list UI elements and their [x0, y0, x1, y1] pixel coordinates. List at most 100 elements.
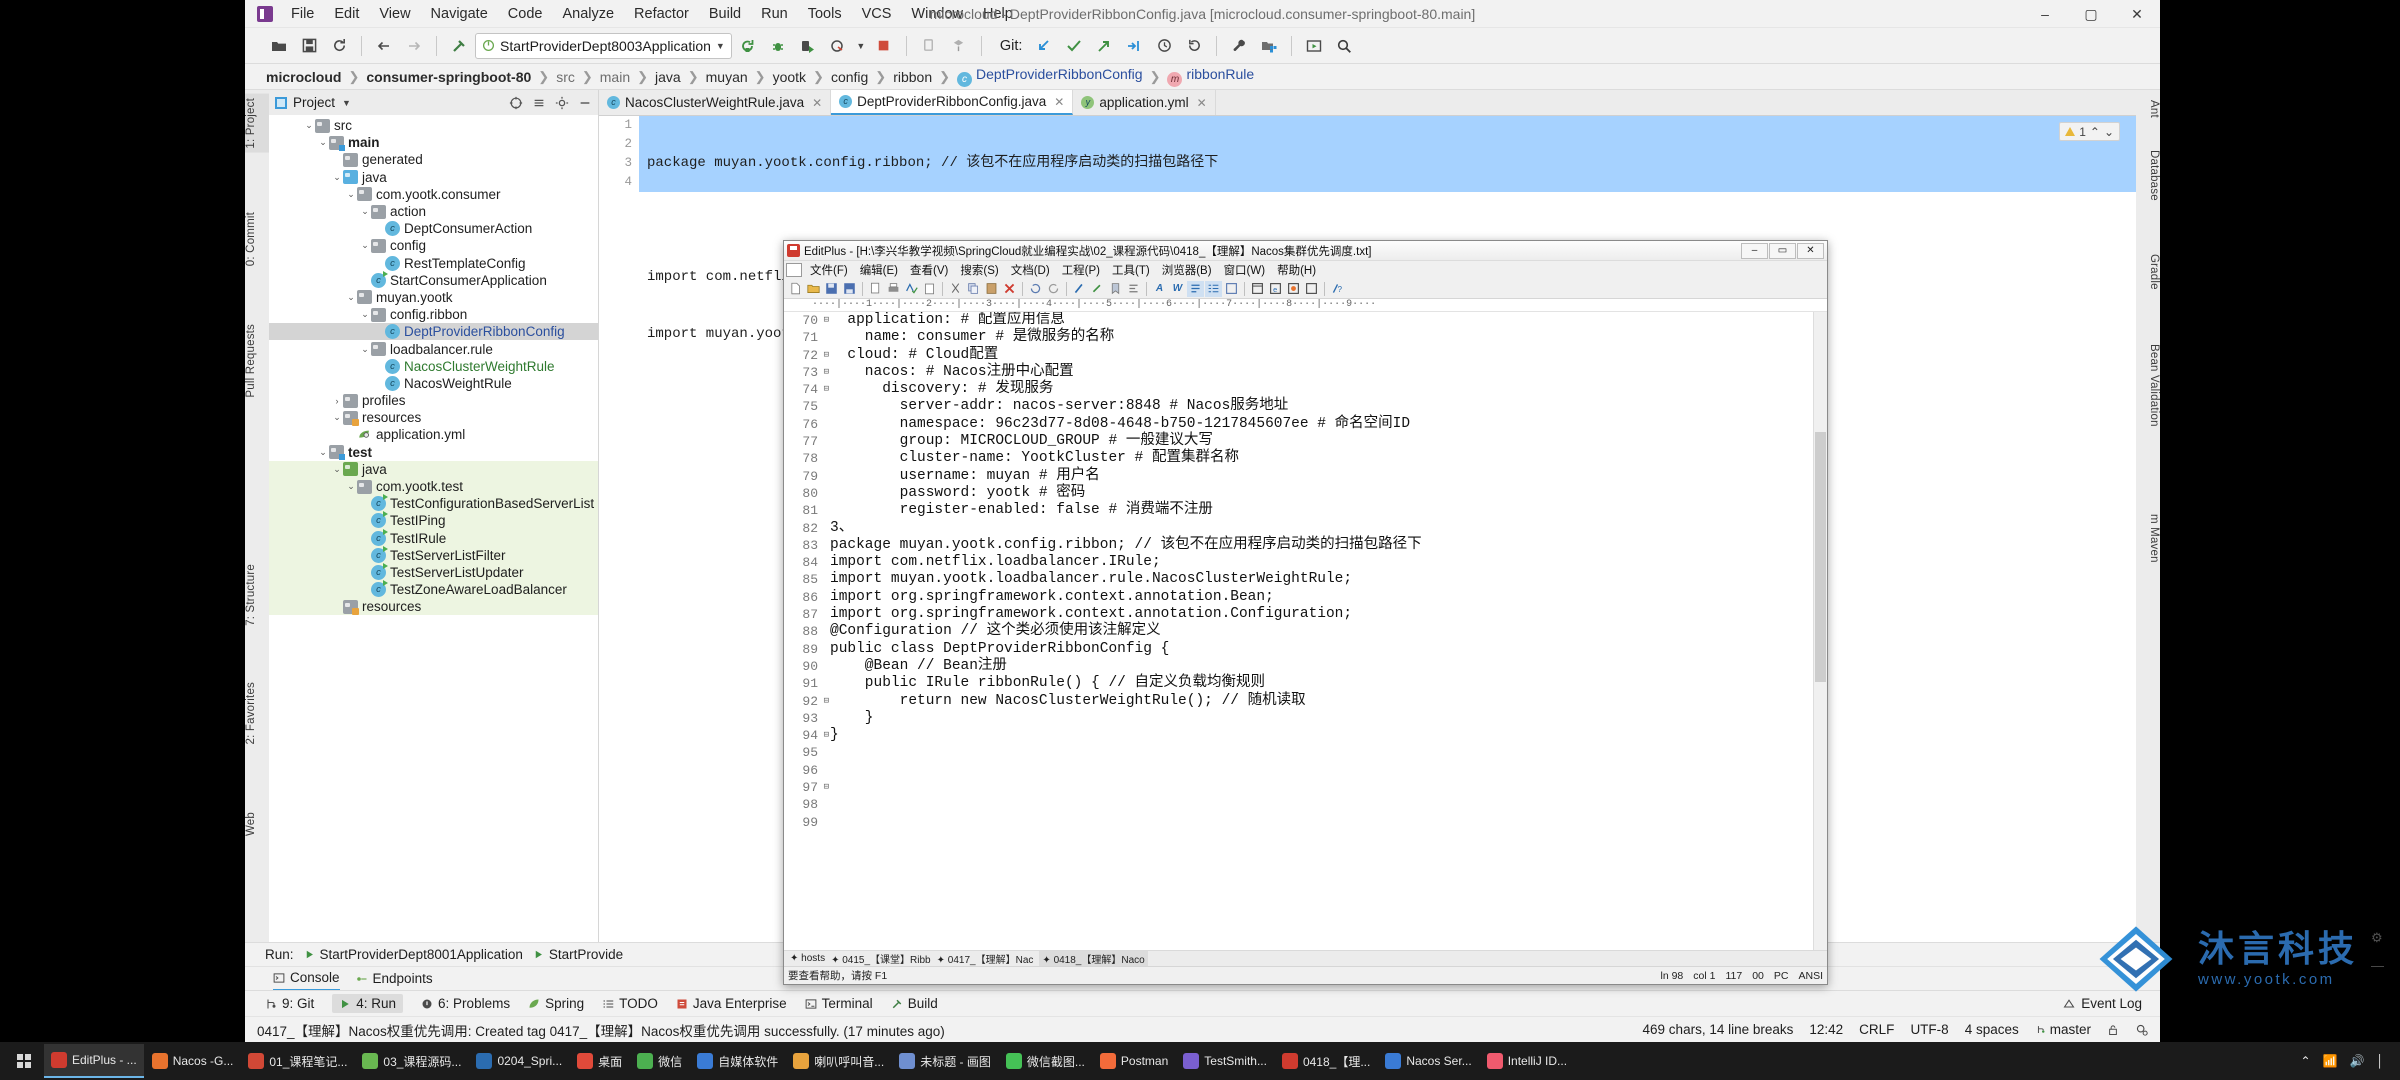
debug-icon[interactable]	[764, 33, 792, 59]
context-help-icon[interactable]: ?	[1329, 281, 1346, 297]
run-icon[interactable]	[734, 33, 762, 59]
run-with-coverage-icon[interactable]	[794, 33, 822, 59]
tree-node[interactable]: generated	[269, 151, 598, 168]
close-icon[interactable]: ✕	[812, 96, 822, 110]
tree-node[interactable]: c TestIPing	[269, 511, 598, 530]
save-icon[interactable]	[295, 33, 323, 59]
taskbar-item[interactable]: 微信截图...	[999, 1044, 1092, 1078]
window-controls[interactable]: – ▢ ✕	[2022, 0, 2160, 28]
status-item-java-enterprise[interactable]: Java Enterprise	[676, 996, 787, 1011]
editplus-menu-bar[interactable]: 文件(F) 编辑(E) 查看(V) 搜索(S) 文档(D) 工程(P) 工具(T…	[784, 261, 1827, 279]
editplus-menu-view[interactable]: 查看(V)	[904, 261, 954, 279]
editplus-toolbar[interactable]: A W e ?	[784, 279, 1827, 299]
inspection-status-widget[interactable]: 1 ⌃ ⌄	[2059, 122, 2120, 141]
tree-node[interactable]: c DeptConsumerAction	[269, 220, 598, 237]
tree-node[interactable]: ⌄ loadbalancer.rule	[269, 340, 598, 357]
menu-view[interactable]: View	[369, 2, 420, 26]
editplus-maximize-button[interactable]: ▭	[1769, 242, 1796, 259]
history-icon[interactable]	[1150, 33, 1178, 59]
editplus-doc-tab-hosts[interactable]: ✦ hosts	[790, 953, 825, 964]
tree-node[interactable]: ⌄ com.yootk.consumer	[269, 186, 598, 203]
taskbar-item[interactable]: 0204_Spri...	[469, 1044, 569, 1078]
rail-item-pull-requests[interactable]: Pull Requests	[245, 320, 269, 402]
word-wrap-icon[interactable]: W	[1169, 281, 1186, 297]
tree-node[interactable]: c TestZoneAwareLoadBalancer	[269, 580, 598, 599]
breadcrumb-item-muyan[interactable]: muyan	[703, 69, 751, 85]
taskbar-item[interactable]: 03_课程源码...	[355, 1044, 468, 1078]
chevron-down-icon[interactable]: ⌄	[317, 447, 329, 458]
paste-icon[interactable]	[983, 281, 1000, 297]
menu-vcs[interactable]: VCS	[852, 2, 902, 26]
tree-node[interactable]: ⌄ test	[269, 444, 598, 461]
rail-item-ant[interactable]: Ant	[2136, 96, 2160, 122]
maximize-button[interactable]: ▢	[2068, 0, 2114, 28]
profile-icon[interactable]	[824, 33, 852, 59]
rail-item-structure[interactable]: 7: Structure	[245, 560, 269, 630]
taskbar-item[interactable]: EditPlus - ...	[44, 1044, 144, 1078]
chevron-down-icon[interactable]: ⌄	[345, 292, 357, 303]
clipboard-icon[interactable]	[921, 281, 938, 297]
close-icon[interactable]: ✕	[1054, 95, 1064, 109]
tray-chevron-icon[interactable]: ⌃	[2301, 1054, 2311, 1068]
editplus-close-button[interactable]: ✕	[1797, 242, 1824, 259]
cut-icon[interactable]	[947, 281, 964, 297]
prev-problem-icon[interactable]: ⌃	[2090, 125, 2100, 139]
editplus-scroll-thumb[interactable]	[1815, 432, 1826, 682]
editplus-minimize-button[interactable]: –	[1741, 242, 1768, 259]
rollback-icon[interactable]	[1180, 33, 1208, 59]
taskbar-item[interactable]: 未标题 - 画图	[892, 1044, 998, 1078]
taskbar-items[interactable]: EditPlus - ... Nacos -G... 01_课程笔记... 03_课程…	[44, 1044, 1574, 1078]
status-item-problems[interactable]: 6: Problems	[421, 996, 510, 1011]
locate-icon[interactable]	[509, 96, 523, 110]
taskbar-item[interactable]: TestSmith...	[1176, 1044, 1274, 1078]
tree-node[interactable]: c TestConfigurationBasedServerList	[269, 494, 598, 513]
breadcrumb-item-src[interactable]: src	[553, 69, 578, 85]
delete-icon[interactable]	[1001, 281, 1018, 297]
caret-time[interactable]: 12:42	[1809, 1022, 1843, 1037]
redo-icon[interactable]	[1045, 281, 1062, 297]
tree-node[interactable]: resources	[269, 598, 598, 616]
minimize-panel-icon[interactable]: —	[2371, 958, 2384, 973]
tree-node[interactable]: c TestIRule	[269, 528, 598, 547]
project-structure-icon[interactable]	[1255, 33, 1283, 59]
taskbar-item[interactable]: 喇叭呼叫音...	[786, 1044, 891, 1078]
tray-volume-icon[interactable]: 🔊	[2350, 1054, 2365, 1068]
tree-node[interactable]: c NacosWeightRule	[269, 375, 598, 392]
editplus-scrollbar[interactable]	[1813, 312, 1827, 950]
tree-node[interactable]: c DeptProviderRibbonConfig	[269, 323, 598, 341]
tree-node[interactable]: ⌄ java	[269, 460, 598, 478]
print-icon[interactable]	[885, 281, 902, 297]
taskbar-item[interactable]: Nacos -G...	[145, 1044, 241, 1078]
show-spaces-icon[interactable]	[1187, 280, 1204, 297]
editplus-doc-tab-0417[interactable]: ✦ 0417_【理解】Nac	[937, 951, 1034, 966]
tree-node[interactable]: ⌄ config	[269, 237, 598, 254]
rail-item-favorites[interactable]: 2: Favorites	[245, 678, 269, 748]
breadcrumb-item-class[interactable]: c DeptProviderRibbonConfig	[954, 66, 1146, 87]
menu-analyze[interactable]: Analyze	[552, 2, 624, 26]
hide-panel-icon[interactable]	[578, 96, 592, 110]
menu-edit[interactable]: Edit	[324, 2, 369, 26]
print-preview-icon[interactable]	[867, 281, 884, 297]
chevron-down-icon[interactable]: ▼	[342, 98, 351, 108]
tab-deptproviderribbonconfig[interactable]: c DeptProviderRibbonConfig.java ✕	[831, 90, 1074, 115]
rail-item-database[interactable]: Database	[2136, 146, 2160, 205]
search-everywhere-icon[interactable]	[1330, 33, 1358, 59]
tab-endpoints[interactable]: Endpoints	[356, 971, 433, 986]
status-item-run[interactable]: 4: Run	[332, 994, 404, 1013]
ide-panel-controls[interactable]: ⚙ —	[2371, 930, 2384, 973]
spell-check-icon[interactable]	[903, 281, 920, 297]
save-file-icon[interactable]	[823, 281, 840, 297]
editplus-doc-tab-0418[interactable]: ✦ 0418_【理解】Naco	[1039, 951, 1148, 966]
rail-item-maven[interactable]: m Maven	[2136, 510, 2160, 567]
tree-node[interactable]: ⌄ src	[269, 117, 598, 134]
tab-console[interactable]: Console	[273, 967, 340, 991]
project-panel-actions[interactable]	[509, 96, 592, 110]
save-all-icon[interactable]	[841, 281, 858, 297]
chevron-down-icon[interactable]: ⌄	[331, 172, 343, 183]
tree-node[interactable]: c TestServerListUpdater	[269, 562, 598, 582]
browser-ff-icon[interactable]	[1285, 281, 1302, 297]
browser-other-icon[interactable]	[1303, 281, 1320, 297]
editplus-doc-tab-0415[interactable]: ✦ 0415_【课堂】Ribb	[831, 951, 931, 966]
editplus-menu-project[interactable]: 工程(P)	[1056, 261, 1106, 279]
rail-item-commit[interactable]: 0: Commit	[245, 208, 269, 270]
